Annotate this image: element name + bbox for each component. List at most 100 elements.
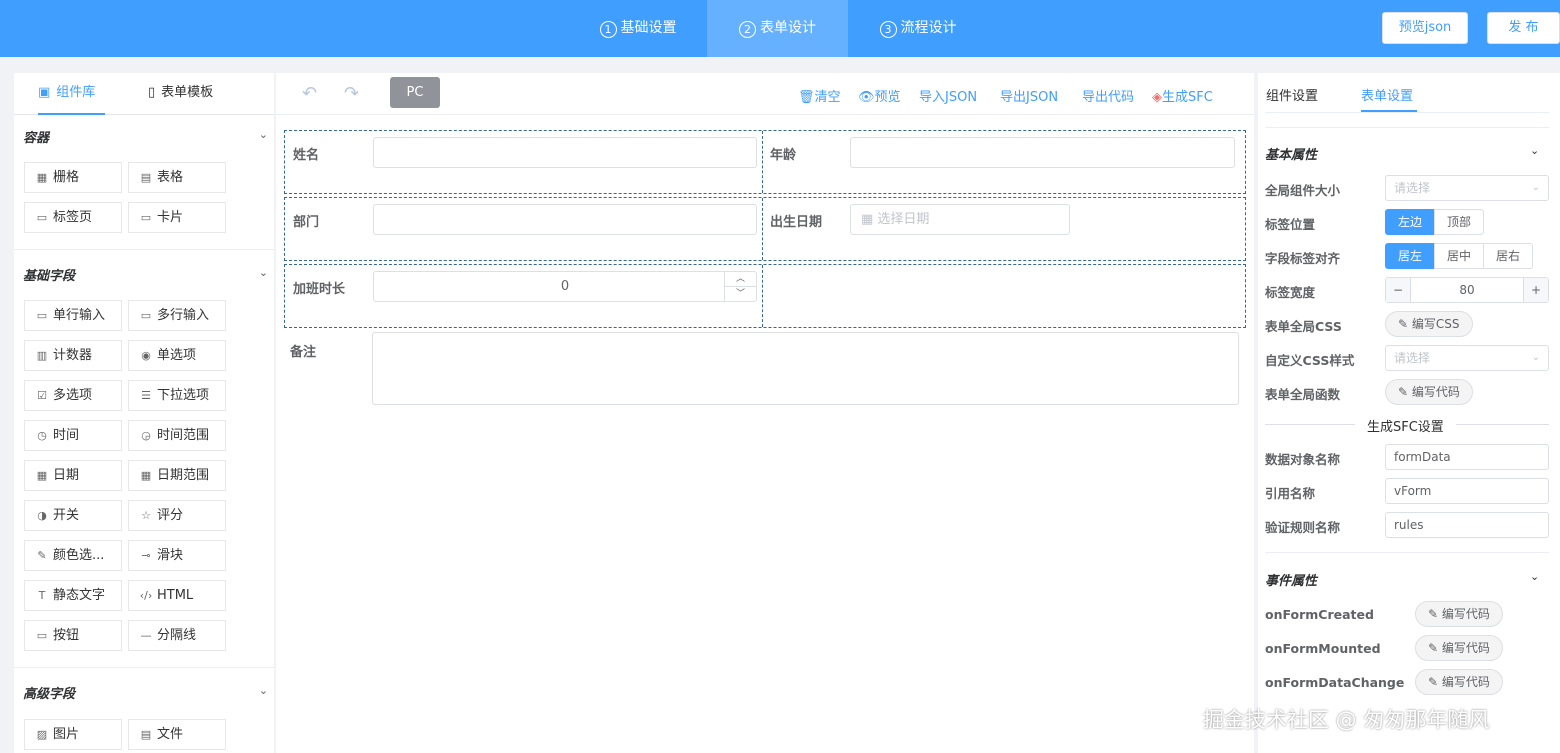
step-flow-design[interactable]: 3 流程设计: [877, 0, 959, 57]
widget-button[interactable]: ▭ 按钮: [24, 620, 122, 651]
widget-textarea[interactable]: ▭ 多行输入: [128, 300, 226, 331]
widget-label: 按钮: [53, 628, 80, 643]
edit-on-form-created-button[interactable]: ✎ 编写代码: [1415, 601, 1503, 627]
increase-icon[interactable]: ︿: [725, 272, 756, 287]
divider: [1265, 424, 1355, 425]
widget-tabs[interactable]: ▭ 标签页: [24, 202, 122, 233]
step-number: 1: [599, 21, 617, 38]
dept-input[interactable]: [373, 204, 757, 235]
tab-component-library[interactable]: ▣ 组件库: [38, 73, 105, 115]
decrease-icon[interactable]: −: [1386, 278, 1411, 302]
table-icon: ▤: [140, 171, 152, 184]
step-label: 表单设计: [760, 20, 816, 36]
slider-icon: ⊸: [141, 549, 151, 562]
grid-row[interactable]: 部门 出生日期 ▦ 选择日期: [284, 197, 1246, 261]
button-icon: ▭: [36, 629, 48, 642]
widget-html[interactable]: ‹/› HTML: [128, 580, 226, 611]
widget-number[interactable]: ▥ 计数器: [24, 340, 122, 371]
widget-switch[interactable]: ◑ 开关: [24, 500, 122, 531]
chevron-down-icon[interactable]: ⌄: [259, 128, 268, 141]
widget-label: 卡片: [157, 210, 184, 225]
grid-col[interactable]: 加班时长 0 ︿ ﹀: [285, 265, 763, 327]
time-range-icon: ◶: [141, 429, 151, 442]
grid-col[interactable]: 姓名: [285, 131, 763, 193]
device-pc-button[interactable]: PC: [390, 77, 440, 108]
undo-icon[interactable]: ↶: [302, 83, 317, 104]
widget-time[interactable]: ◷ 时间: [24, 420, 122, 451]
label-width-stepper[interactable]: − 80 +: [1385, 277, 1549, 303]
edit-on-form-mounted-button[interactable]: ✎ 编写代码: [1415, 635, 1503, 661]
clear-button[interactable]: 🗑清空: [798, 86, 841, 105]
star-icon: ☆: [141, 509, 151, 522]
label-label-align: 字段标签对齐: [1265, 251, 1341, 266]
template-icon: ▯: [148, 85, 156, 100]
widget-file[interactable]: ▤ 文件: [128, 719, 226, 750]
ref-name-input[interactable]: vForm: [1385, 478, 1549, 504]
tab-widget-settings[interactable]: 组件设置: [1266, 85, 1318, 104]
grid-col[interactable]: 部门: [285, 198, 763, 260]
widget-divider[interactable]: — 分隔线: [128, 620, 226, 651]
widget-card[interactable]: ▭ 卡片: [128, 202, 226, 233]
label-pos-left[interactable]: 左边: [1385, 209, 1435, 235]
grid-row[interactable]: 加班时长 0 ︿ ﹀: [284, 264, 1246, 328]
overtime-number-input[interactable]: 0 ︿ ﹀: [373, 271, 757, 302]
widget-time-range[interactable]: ◶ 时间范围: [128, 420, 226, 451]
decrease-icon[interactable]: ﹀: [725, 287, 756, 301]
chevron-down-icon[interactable]: ⌄: [259, 266, 268, 279]
widget-static-text[interactable]: T 静态文字: [24, 580, 122, 611]
chevron-down-icon[interactable]: ⌄: [1530, 144, 1539, 157]
data-object-input[interactable]: formData: [1385, 444, 1549, 470]
label-align-center[interactable]: 居中: [1434, 243, 1484, 269]
label-align-left[interactable]: 居左: [1385, 243, 1435, 269]
chevron-down-icon[interactable]: ⌄: [259, 684, 268, 697]
preview-json-button[interactable]: 预览json: [1382, 12, 1468, 44]
widget-color[interactable]: ✎ 颜色选...: [24, 540, 122, 571]
rules-name-input[interactable]: rules: [1385, 512, 1549, 538]
label-pos-top[interactable]: 顶部: [1434, 209, 1484, 235]
age-input[interactable]: [850, 137, 1235, 168]
divider: [1265, 127, 1549, 128]
increase-icon[interactable]: +: [1523, 278, 1548, 302]
widget-table[interactable]: ▤ 表格: [128, 162, 226, 193]
widget-select[interactable]: ☰ 下拉选项: [128, 380, 226, 411]
grid-row[interactable]: 姓名 年龄: [284, 130, 1246, 194]
widget-label: 颜色选...: [53, 548, 105, 563]
edit-on-form-data-change-button[interactable]: ✎ 编写代码: [1415, 669, 1503, 695]
edit-icon: ✎: [1428, 607, 1442, 621]
publish-button[interactable]: 发 布: [1487, 12, 1560, 44]
widget-checkbox[interactable]: ☑ 多选项: [24, 380, 122, 411]
widget-picture[interactable]: ▨ 图片: [24, 719, 122, 750]
export-json-button[interactable]: 导出JSON: [1000, 86, 1058, 105]
widget-date[interactable]: ▦ 日期: [24, 460, 122, 491]
edit-css-button[interactable]: ✎ 编写CSS: [1385, 311, 1473, 337]
chevron-down-icon[interactable]: ⌄: [1530, 570, 1539, 583]
remark-textarea[interactable]: [372, 332, 1239, 405]
select-placeholder: 请选择: [1394, 351, 1431, 365]
tab-form-settings[interactable]: 表单设置: [1361, 85, 1413, 104]
tabs-icon: ▭: [36, 211, 48, 224]
edit-function-button[interactable]: ✎ 编写代码: [1385, 379, 1473, 405]
label-ref-name: 引用名称: [1265, 486, 1316, 501]
label-custom-css: 自定义CSS样式: [1265, 353, 1355, 368]
birthday-date-picker[interactable]: ▦ 选择日期: [850, 204, 1070, 235]
redo-icon[interactable]: ↷: [344, 83, 359, 104]
widget-label: 表格: [157, 170, 184, 185]
label-align-right[interactable]: 居右: [1483, 243, 1533, 269]
widget-date-range[interactable]: ▦ 日期范围: [128, 460, 226, 491]
export-code-button[interactable]: 导出代码: [1082, 86, 1134, 105]
preview-button[interactable]: 👁预览: [858, 86, 901, 105]
step-basic-settings[interactable]: 1 基础设置: [597, 0, 679, 57]
widget-input[interactable]: ▭ 单行输入: [24, 300, 122, 331]
widget-slider[interactable]: ⊸ 滑块: [128, 540, 226, 571]
widget-radio[interactable]: ◉ 单选项: [128, 340, 226, 371]
widget-rate[interactable]: ☆ 评分: [128, 500, 226, 531]
tab-form-templates[interactable]: ▯ 表单模板: [148, 73, 213, 115]
step-form-design[interactable]: 2 表单设计: [707, 0, 848, 57]
name-input[interactable]: [373, 137, 757, 168]
import-json-button[interactable]: 导入JSON: [919, 86, 977, 105]
generate-sfc-button[interactable]: ◈生成SFC: [1152, 86, 1213, 105]
global-size-select[interactable]: 请选择 ⌄: [1385, 175, 1549, 201]
chevron-down-icon: ⌄: [1531, 352, 1540, 363]
custom-css-select[interactable]: 请选择 ⌄: [1385, 345, 1549, 371]
widget-grid[interactable]: ▦ 栅格: [24, 162, 122, 193]
